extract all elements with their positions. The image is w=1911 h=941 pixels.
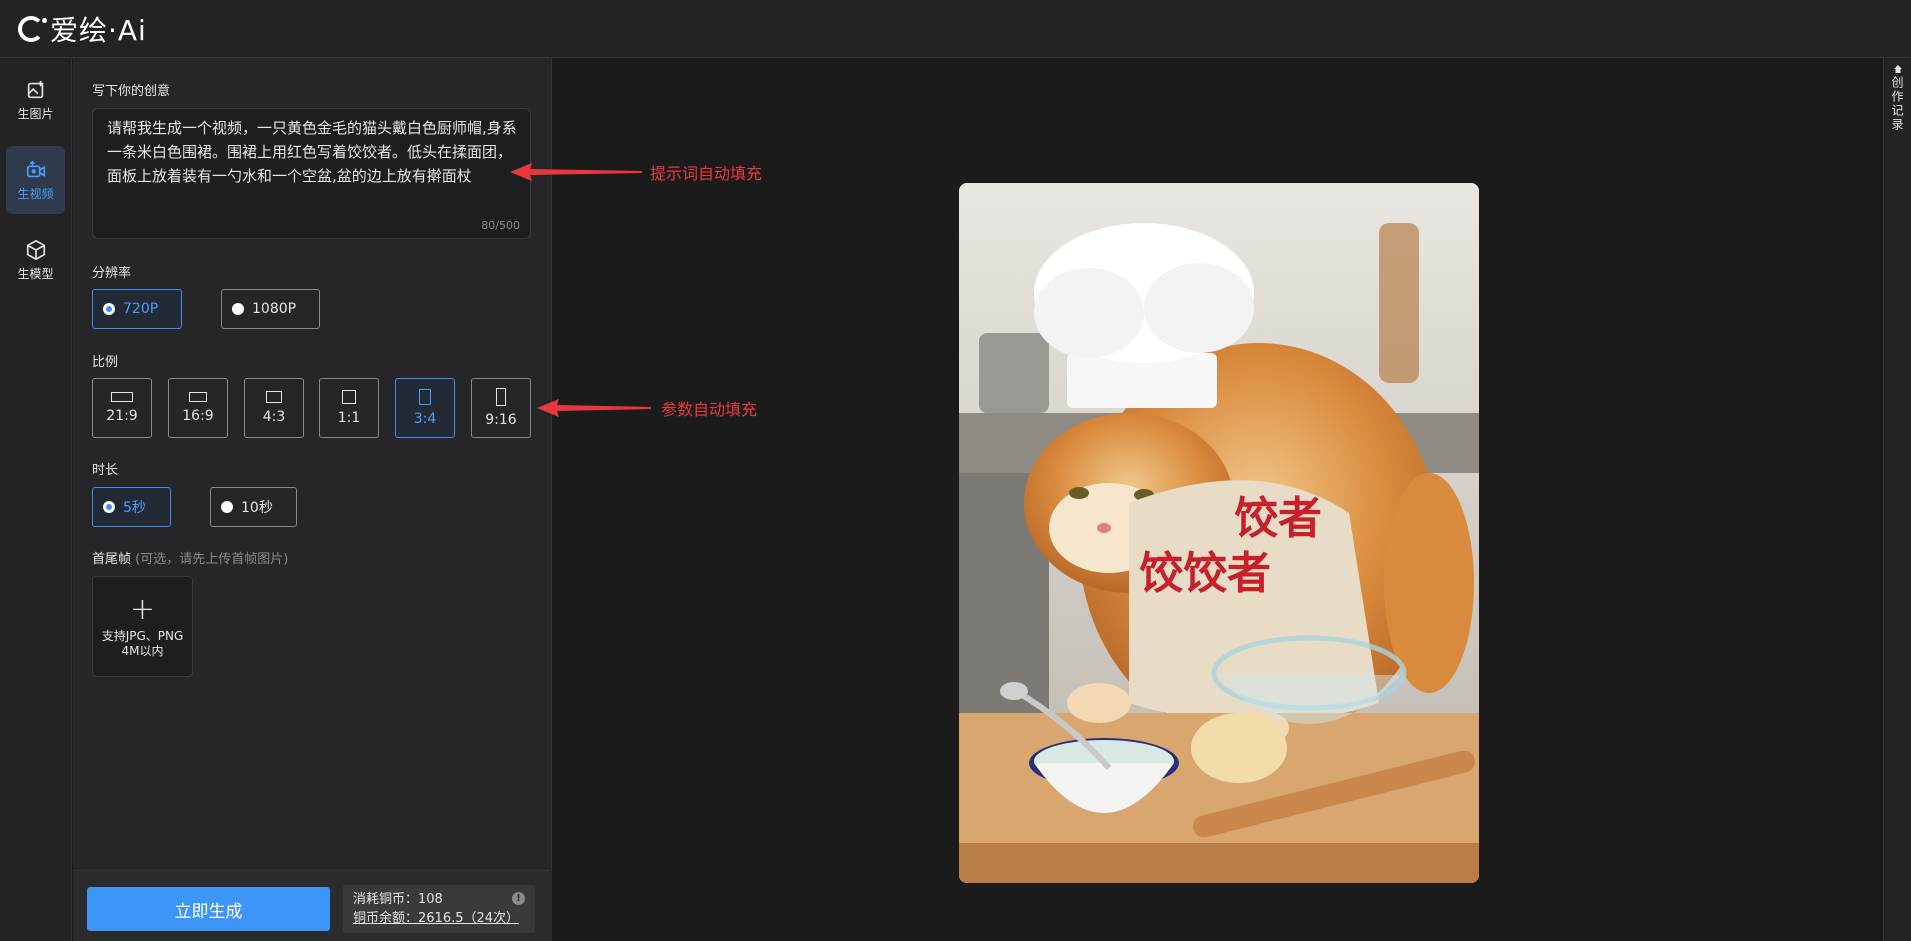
ratio-option-3-4[interactable]: 3:4 bbox=[395, 378, 455, 438]
home-icon bbox=[1893, 65, 1902, 73]
ratio-option-label: 21:9 bbox=[106, 408, 138, 424]
panel-footer: 立即生成 消耗铜币：108 铜币余额：2616.5（24次） ! bbox=[73, 870, 552, 941]
ratio-option-1-1[interactable]: 1:1 bbox=[319, 378, 379, 438]
logo-mark-icon bbox=[18, 15, 47, 42]
nav-item-image[interactable]: 生图片 bbox=[6, 66, 65, 134]
radio-unselected-icon bbox=[232, 303, 244, 315]
nav-item-video[interactable]: 生视频 bbox=[6, 146, 65, 214]
info-icon[interactable]: ! bbox=[512, 892, 525, 905]
balance-link[interactable]: 铜币余额：2616.5（24次） bbox=[353, 909, 525, 928]
left-nav: 生图片 生视频 生模型 bbox=[0, 58, 72, 941]
ratio-option-label: 16:9 bbox=[182, 408, 214, 424]
ratio-21-9-icon bbox=[111, 392, 133, 402]
radio-selected-icon bbox=[103, 501, 115, 513]
apron-text-line2: 饺饺者 bbox=[1139, 548, 1271, 599]
image-generate-icon bbox=[27, 80, 43, 98]
duration-option-label: 5秒 bbox=[123, 500, 146, 516]
char-counter: 80/500 bbox=[481, 219, 520, 232]
video-generate-icon bbox=[26, 160, 45, 177]
prompt-annotation-text: 提示词自动填充 bbox=[650, 164, 763, 183]
plus-icon: + bbox=[129, 591, 156, 627]
radio-selected-icon bbox=[103, 303, 115, 315]
resolution-option-720p[interactable]: 720P bbox=[92, 289, 182, 329]
ratio-option-4-3[interactable]: 4:3 bbox=[244, 378, 304, 438]
duration-option-label: 10秒 bbox=[241, 500, 273, 516]
prompt-annotation: 提示词自动填充 bbox=[508, 160, 762, 184]
ratio-16-9-icon bbox=[189, 392, 207, 402]
top-bar: 爱绘·Ai bbox=[0, 0, 1911, 58]
nav-item-model-label: 生模型 bbox=[17, 266, 54, 281]
duration-option-5s[interactable]: 5秒 bbox=[92, 487, 171, 527]
resolution-option-label: 720P bbox=[123, 301, 159, 317]
ratio-9-16-icon bbox=[496, 388, 506, 406]
settings-panel: 写下你的创意 请帮我生成一个视频，一只黄色金毛的猫头戴白色厨师帽,身系一条米白色… bbox=[73, 58, 552, 941]
resolution-option-1080p[interactable]: 1080P bbox=[221, 289, 320, 329]
params-annotation-text: 参数自动填充 bbox=[661, 400, 758, 419]
nav-item-video-label: 生视频 bbox=[17, 186, 54, 201]
nav-item-image-label: 生图片 bbox=[17, 106, 54, 121]
arrow-left-icon bbox=[537, 399, 651, 417]
params-annotation: 参数自动填充 bbox=[535, 396, 757, 420]
logo-text: 爱绘·Ai bbox=[50, 13, 147, 47]
frame-upload-box[interactable]: + 支持JPG、PNG 4M以内 bbox=[92, 576, 193, 677]
cost-info-box: 消耗铜币：108 铜币余额：2616.5（24次） ! bbox=[343, 885, 535, 933]
duration-label: 时长 bbox=[92, 463, 119, 478]
upload-format-text: 支持JPG、PNG bbox=[101, 628, 184, 643]
frames-label: 首尾帧 (可选，请先上传首帧图片) bbox=[92, 548, 288, 567]
resolution-option-label: 1080P bbox=[252, 301, 297, 317]
ratio-option-16-9[interactable]: 16:9 bbox=[168, 378, 228, 438]
ratio-option-9-16[interactable]: 9:16 bbox=[471, 378, 531, 438]
ratio-3-4-icon bbox=[419, 389, 431, 405]
frames-label-text: 首尾帧 bbox=[92, 552, 132, 567]
cost-text: 消耗铜币：108 bbox=[353, 892, 443, 907]
3d-model-icon bbox=[26, 239, 45, 260]
preview-canvas: 饺者 饺饺者 bbox=[553, 58, 1883, 941]
history-sidebar[interactable]: 创作记录 bbox=[1883, 58, 1911, 941]
generate-button[interactable]: 立即生成 bbox=[87, 887, 330, 931]
ratio-label: 比例 bbox=[92, 355, 119, 370]
frames-hint: (可选，请先上传首帧图片) bbox=[135, 552, 289, 567]
prompt-textarea[interactable]: 请帮我生成一个视频，一只黄色金毛的猫头戴白色厨师帽,身系一条米白色围裙。围裙上用… bbox=[92, 108, 531, 239]
cat-chef-illustration: 饺者 饺饺者 bbox=[959, 183, 1479, 883]
ratio-option-label: 9:16 bbox=[485, 412, 517, 428]
ratio-option-21-9[interactable]: 21:9 bbox=[92, 378, 152, 438]
duration-option-10s[interactable]: 10秒 bbox=[210, 487, 297, 527]
prompt-text: 请帮我生成一个视频，一只黄色金毛的猫头戴白色厨师帽,身系一条米白色围裙。围裙上用… bbox=[107, 119, 517, 185]
radio-unselected-icon bbox=[221, 501, 233, 513]
generated-preview-image[interactable]: 饺者 饺饺者 bbox=[959, 183, 1479, 883]
upload-size-text: 4M以内 bbox=[121, 643, 164, 658]
apron-text-line1: 饺者 bbox=[1234, 493, 1322, 544]
ratio-option-label: 4:3 bbox=[262, 409, 286, 425]
ratio-option-label: 3:4 bbox=[413, 411, 437, 427]
history-label: 创作记录 bbox=[1890, 76, 1904, 132]
app-logo[interactable]: 爱绘·Ai bbox=[18, 9, 147, 49]
ratio-1-1-icon bbox=[342, 390, 356, 404]
nav-item-model[interactable]: 生模型 bbox=[6, 226, 65, 294]
resolution-label: 分辨率 bbox=[92, 266, 132, 281]
arrow-left-icon bbox=[510, 163, 642, 181]
ratio-4-3-icon bbox=[266, 391, 282, 403]
prompt-label: 写下你的创意 bbox=[92, 84, 171, 99]
ratio-option-label: 1:1 bbox=[337, 410, 361, 426]
